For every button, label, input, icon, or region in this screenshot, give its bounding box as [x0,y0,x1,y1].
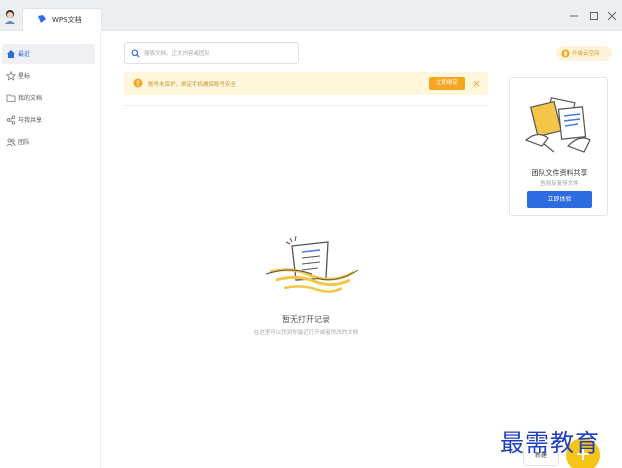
avatar[interactable] [2,8,18,24]
sidebar-item-label: 我的文档 [18,95,43,102]
empty-document-illustration [265,235,359,293]
divider [124,105,488,106]
tab-label: WPS文档 [52,16,82,24]
upgrade-label: 升级云空间 [572,51,600,57]
search-placeholder: 搜索文档、正文内容或团队 [144,51,211,57]
sidebar-item-my-docs[interactable]: 我的文档 [2,88,95,108]
team-share-promo-card: 团队文件资料共享 告别反复传文件 立即体验 [509,77,608,216]
sidebar-item-label: 团队 [18,139,31,146]
sidebar-item-label: 星标 [18,73,31,80]
watermark: 最需教育 [500,429,600,457]
home-icon [7,50,15,58]
close-icon[interactable] [472,79,481,88]
sidebar: 最近 星标 我的文档 与我共享 团队 [0,31,101,468]
try-now-button[interactable]: 立即体验 [527,191,592,208]
wps-logo-icon [38,15,46,23]
maximize-icon[interactable] [588,10,600,22]
upgrade-cloud-button[interactable]: 升级云空间 [556,46,612,61]
search-icon [131,49,140,58]
sidebar-item-starred[interactable]: 星标 [2,66,95,86]
sidebar-item-team[interactable]: 团队 [2,132,95,152]
bind-now-button[interactable]: 立即绑定 [429,77,465,90]
sidebar-item-label: 与我共享 [18,117,43,124]
promo-subtitle: 告别反复传文件 [540,181,579,187]
notice-text: 账号未保护，绑定手机确保账号安全 [148,82,237,88]
promo-title: 团队文件资料共享 [531,169,588,177]
sidebar-item-recent[interactable]: 最近 [2,44,95,64]
team-icon [6,138,16,147]
empty-state-title: 暂无打开记录 [282,315,330,324]
security-notice-bar: 账号未保护，绑定手机确保账号安全 立即绑定 [124,72,488,95]
documents-illustration [524,97,591,153]
close-icon[interactable] [606,10,618,22]
empty-state-subtitle: 在这里可以找到你最近打开或者修改的文档 [253,330,359,336]
title-bar: WPS文档 [0,0,622,31]
warning-icon [133,78,143,88]
tab-wps-docs[interactable]: WPS文档 [22,8,102,31]
share-icon [6,115,16,125]
search-input[interactable]: 搜索文档、正文内容或团队 [124,42,299,64]
sidebar-item-shared[interactable]: 与我共享 [2,110,95,130]
sidebar-item-label: 最近 [18,51,31,58]
star-icon [6,71,16,81]
minimize-icon[interactable] [568,10,580,22]
folder-icon [6,94,16,102]
upgrade-icon [561,49,570,58]
